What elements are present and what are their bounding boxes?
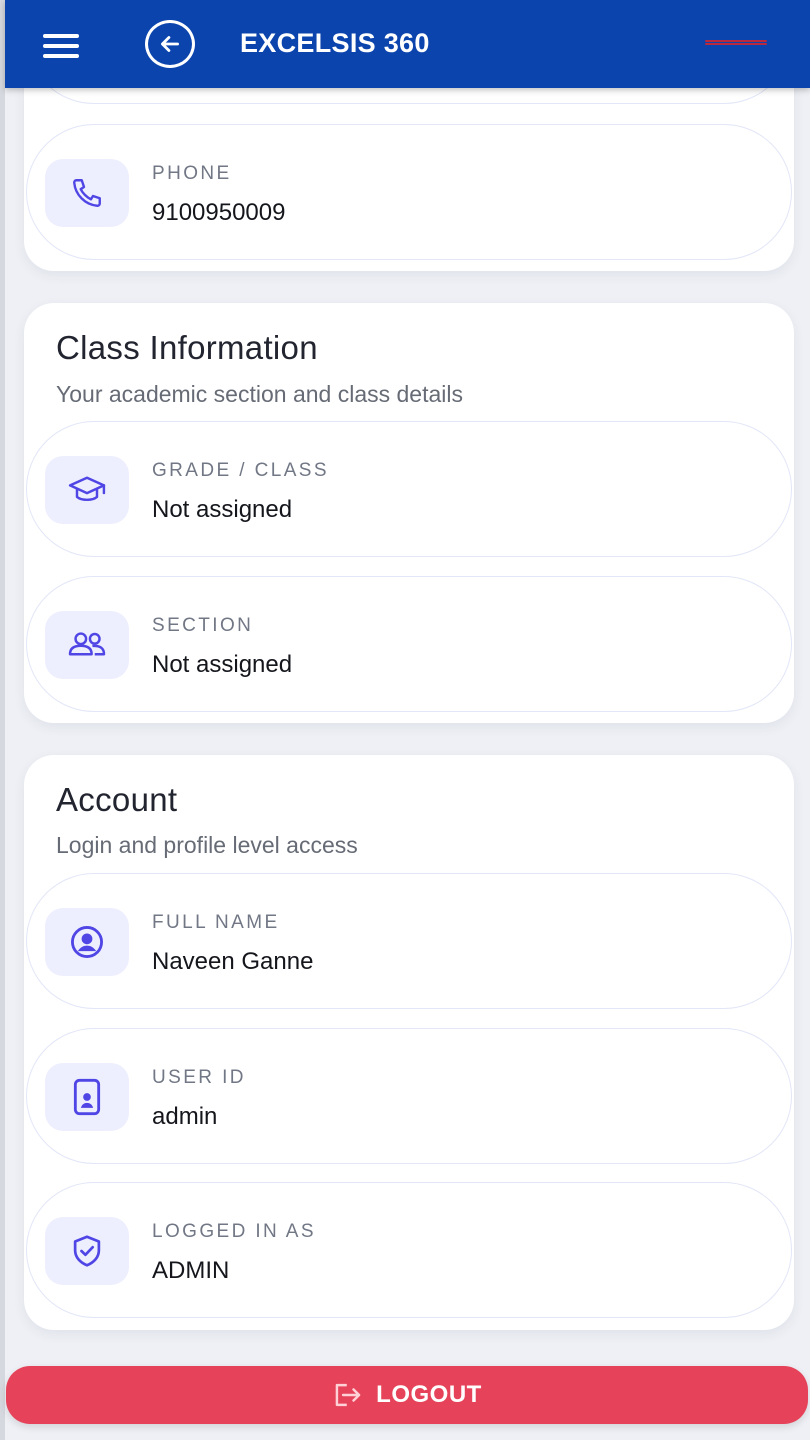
phone-value: 9100950009 xyxy=(152,199,286,226)
class-information-title: Class Information xyxy=(56,329,318,366)
full-name-value: Naveen Ganne xyxy=(152,948,314,975)
grade-label: GRADE / CLASS xyxy=(152,460,329,481)
section-value: Not assigned xyxy=(152,651,293,678)
info-row-section[interactable]: SECTION Not assigned xyxy=(26,576,792,712)
brand-mark xyxy=(705,40,767,45)
app-title: EXCELSIS 360 xyxy=(240,28,430,58)
logged-in-as-value: ADMIN xyxy=(152,1257,230,1284)
info-row-phone[interactable]: PHONE 9100950009 xyxy=(26,124,792,260)
info-row-user-id[interactable]: USER ID admin xyxy=(26,1028,792,1164)
account-card: Account Login and profile level access F… xyxy=(24,755,794,1330)
grade-value: Not assigned xyxy=(152,496,293,523)
class-information-card: Class Information Your academic section … xyxy=(24,303,794,723)
full-name-label: FULL NAME xyxy=(152,912,280,933)
user-id-label: USER ID xyxy=(152,1067,246,1088)
user-id-value: admin xyxy=(152,1103,218,1130)
logout-button[interactable]: LOGOUT xyxy=(6,1366,808,1424)
section-label: SECTION xyxy=(152,615,254,636)
id-badge-icon xyxy=(45,1063,129,1131)
info-row-full-name[interactable]: FULL NAME Naveen Ganne xyxy=(26,873,792,1009)
info-row-logged-in-as[interactable]: LOGGED IN AS ADMIN xyxy=(26,1182,792,1318)
arrow-left-icon xyxy=(161,36,179,52)
class-information-subtitle: Your academic section and class details xyxy=(56,381,463,407)
profile-content: PHONE 9100950009 Class Information Your … xyxy=(0,0,810,1440)
logout-icon xyxy=(335,1383,361,1407)
phone-label: PHONE xyxy=(152,163,232,184)
graduation-cap-icon xyxy=(45,456,129,524)
logout-label: LOGOUT xyxy=(376,1381,482,1408)
shield-check-icon xyxy=(45,1217,129,1285)
phone-icon xyxy=(45,159,129,227)
user-circle-icon xyxy=(45,908,129,976)
hamburger-menu-icon[interactable] xyxy=(37,24,93,64)
app-bar: EXCELSIS 360 xyxy=(5,0,810,88)
account-subtitle: Login and profile level access xyxy=(56,832,358,858)
info-row-grade[interactable]: GRADE / CLASS Not assigned xyxy=(26,421,792,557)
back-button[interactable] xyxy=(145,20,195,68)
users-icon xyxy=(45,611,129,679)
logged-in-as-label: LOGGED IN AS xyxy=(152,1221,316,1242)
account-title: Account xyxy=(56,781,178,818)
